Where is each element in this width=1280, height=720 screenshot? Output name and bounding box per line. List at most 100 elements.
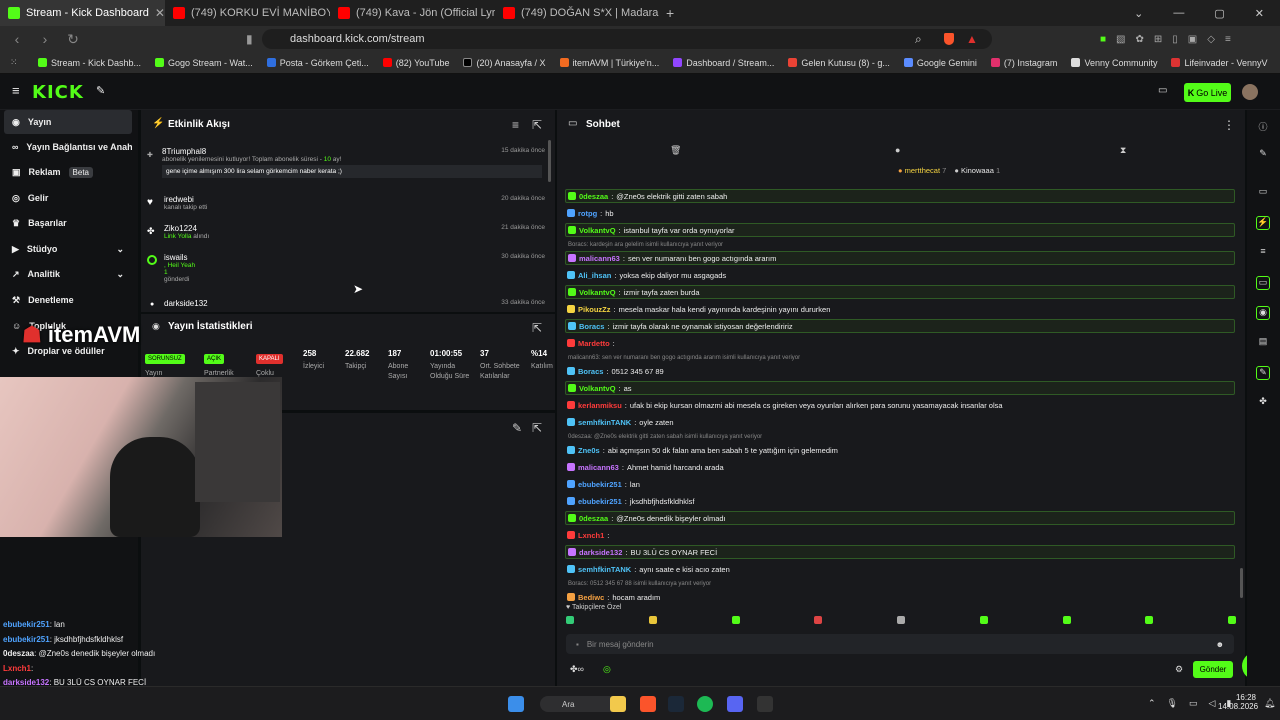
chat-message[interactable]: Ali_ihsan: yoksa ekip daliyor mu asgagads [565,268,1235,282]
filter-icon[interactable]: ≡ [512,118,519,132]
emote-icon[interactable] [1228,616,1236,624]
list-icon[interactable]: ≡ [1256,246,1270,260]
chat-username[interactable]: ebubekir251 [578,497,622,506]
popout-icon[interactable]: ⇱ [532,421,542,435]
back-icon[interactable]: ‹ [10,31,24,47]
extension-icon[interactable]: ✿ [1136,34,1144,45]
chat-username[interactable]: malicann63 [578,463,619,472]
chat-message[interactable]: semhfkinTANK: aynı saate e kisi acıo zate… [565,562,1235,576]
bookmark-item[interactable]: Lifeinvader - VennyV [1171,58,1268,68]
emote-icon[interactable] [979,616,988,624]
chat-message[interactable]: 0deszaa: @Zne0s elektrik gitti zaten saba… [565,189,1235,203]
obs-icon[interactable] [757,696,773,712]
chat-username[interactable]: semhfkinTANK [578,565,631,574]
emote-icon[interactable] [566,616,574,624]
browser-tab[interactable]: (749) KORKU EVİ MANİBOYS EDİTİO✕ [165,0,330,26]
top-chatter[interactable]: ● mertthecat 7 [898,166,946,175]
bookmark-item[interactable]: Gogo Stream - Wat... [155,58,253,68]
layout-icon[interactable]: ▭ [1256,186,1270,200]
bookmark-icon[interactable]: ▮ [246,32,253,46]
emote-icon[interactable] [897,616,905,624]
chat-username[interactable]: Bediwc [578,593,604,602]
chat-username[interactable]: kerlanmiksu [578,401,622,410]
extension-icon[interactable]: ▧ [1116,34,1125,45]
pin-icon[interactable]: ✎ [96,84,105,97]
chat-message[interactable]: 0deszaa: @Zne0s denedik bişeyler olmadı [565,511,1235,525]
chevron-up-icon[interactable]: ⌃ [1148,698,1156,709]
spotify-icon[interactable] [697,696,713,712]
reload-icon[interactable]: ↻ [66,31,80,48]
emote-icon[interactable] [731,616,740,624]
emote-icon[interactable] [814,616,823,624]
chat-username[interactable]: Ali_ihsan [578,271,611,280]
bookmark-item[interactable]: (20) Anasayfa / X [463,58,546,68]
chat-message[interactable]: Boracs:0512 345 67 89 [565,364,1235,378]
share-icon[interactable]: ✤ [1256,396,1270,410]
sidebar-icon[interactable]: ▯ [1172,34,1178,45]
print-icon[interactable]: ▤ [1256,336,1270,350]
trash-icon[interactable]: 🗑︎ [670,145,681,156]
lightning-icon[interactable]: ⚡ [1256,216,1270,230]
browser-tab[interactable]: (749) DOĞAN S*X | Madara Olduk #✕ [495,0,660,26]
pen-icon[interactable]: ✎ [1256,148,1270,162]
chat-username[interactable]: VolkantvQ [579,226,616,235]
chat-message[interactable]: darkside132: BU 3LÜ CS OYNAR FECİ [565,545,1235,559]
volume-icon[interactable]: ◁ [1209,698,1216,709]
extension-icon[interactable]: ■ [1100,34,1106,45]
chat-username[interactable]: Boracs [579,322,604,331]
chat-message[interactable]: PikouzZz: mesela maskar hala kendi yayını… [565,302,1235,316]
brave-icon[interactable] [640,696,656,712]
chat-username[interactable]: ebubekir251 [578,480,622,489]
bookmark-item[interactable]: Google Gemini [903,58,977,68]
network-icon[interactable]: ▭ [1189,698,1198,709]
file-explorer-icon[interactable] [610,696,626,712]
chat-username[interactable]: Boracs [578,367,603,376]
emote-icon[interactable] [1062,616,1071,624]
chat-username[interactable]: VolkantvQ [579,384,616,393]
hourglass-icon[interactable]: ⧗ [1120,145,1126,156]
bookmark-item[interactable]: (82) YouTube [382,58,449,68]
clock[interactable]: 16:28 14.08.2026 [1218,693,1258,711]
microphone-icon[interactable]: 🎙︎ [1167,698,1178,709]
close-tab-icon[interactable]: ✕ [155,6,165,20]
emote-icon[interactable] [1145,616,1154,624]
chat-message[interactable]: ebubekir251: jksdhbfjhdsfkldhklsf [565,494,1235,508]
chat-username[interactable]: malicann63 [579,254,620,263]
tools-icon[interactable]: ✤∞ [570,664,584,675]
chat-message[interactable]: Bediwc: hocam aradım [565,590,1235,604]
brave-shield-icon[interactable] [944,33,954,45]
minimize-icon[interactable]: — [1173,7,1184,20]
sidebar-item-studyo[interactable]: ▶ Stüdyo ⌄ [4,237,132,261]
bookmark-item[interactable]: (7) Instagram [990,58,1057,68]
bookmark-item[interactable]: Venny Community [1071,58,1157,68]
chat-message[interactable]: malicann63: sen ver numaranı ben gogo act… [565,251,1235,265]
vpn-icon[interactable]: ◇ [1207,34,1215,45]
chat-message[interactable]: Boracs: izmir tayfa olarak ne oynamak ist… [565,319,1235,333]
sidebar-item-stream-key[interactable]: ∞Yayın Bağlantısı ve Anahtar [4,135,132,159]
smiley-icon[interactable]: ☻ [1216,640,1224,649]
bookmark-item[interactable]: Posta - Görkem Çeti... [266,58,369,68]
search-icon[interactable]: ⌕ [915,32,922,47]
taskbar-search[interactable]: Ara [540,696,620,712]
broadcast-icon[interactable]: ◉ [1256,306,1270,320]
chat-username[interactable]: 0deszaa [579,192,608,201]
sidebar-item-gelir[interactable]: ◎ Gelir [4,186,132,210]
apps-icon[interactable]: ⁙ [10,57,18,68]
sidebar-item-reklam[interactable]: ▣ Reklam Beta [4,160,132,184]
theater-icon[interactable]: ▭ [1158,85,1167,96]
popout-icon[interactable]: ⇱ [532,321,542,335]
emote-icon[interactable] [648,616,657,624]
maximize-icon[interactable]: ▢ [1214,7,1224,20]
tab-menu-icon[interactable]: ⌄ [1134,7,1143,20]
kick-gift-icon[interactable]: ◎ [603,664,611,675]
chat-input[interactable]: ▪ Bir mesaj gönderin ☻ [566,634,1234,654]
chat-username[interactable]: 0deszaa [579,514,608,523]
avatar[interactable] [1242,84,1258,100]
menu-icon[interactable]: ≡ [1225,34,1231,45]
chat-message[interactable]: malicann63: Ahmet hamid harcandı arada [565,460,1235,474]
new-tab-button[interactable]: + [666,5,674,21]
chat-message[interactable]: semhfkinTANK: oyle zaten [565,415,1235,429]
top-chatter[interactable]: ● Kinowaaa 1 [954,166,1000,175]
windows-start-icon[interactable] [508,696,524,712]
gear-icon[interactable]: ⚙ [1175,664,1183,675]
